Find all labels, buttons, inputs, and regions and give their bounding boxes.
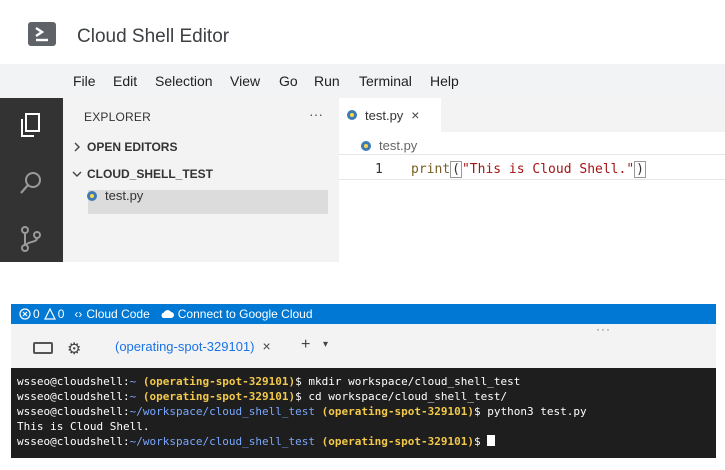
menu-selection[interactable]: Selection <box>155 73 213 89</box>
menu-view[interactable]: View <box>230 73 260 89</box>
terminal-tab-label: (operating-spot-329101) <box>115 338 255 354</box>
keyboard-icon[interactable] <box>33 342 53 354</box>
chevron-right-icon <box>74 142 80 152</box>
menu-edit[interactable]: Edit <box>113 73 137 89</box>
app-title: Cloud Shell Editor <box>77 26 230 47</box>
menu-help[interactable]: Help <box>430 73 459 89</box>
folder-section[interactable]: CLOUD_SHELL_TEST <box>71 167 213 181</box>
close-icon[interactable]: × <box>411 107 419 123</box>
search-icon[interactable] <box>16 168 46 198</box>
title-bar: Cloud Shell Editor <box>0 0 725 64</box>
code-function: print <box>411 162 451 177</box>
add-terminal-button[interactable]: + <box>301 336 310 354</box>
problems-indicator[interactable]: 0 0 <box>19 307 64 321</box>
terminal-tab[interactable]: (operating-spot-329101) × <box>115 338 271 354</box>
gear-icon[interactable]: ⚙ <box>67 339 81 359</box>
terminal-panel-header: ··· ⚙ (operating-spot-329101) × + ▾ <box>11 322 716 368</box>
cloud-code-item[interactable]: ‹› Cloud Code <box>74 307 149 321</box>
explorer-files-icon[interactable] <box>16 110 46 140</box>
code-paren-close: ) <box>634 161 646 178</box>
menu-run[interactable]: Run <box>314 73 340 89</box>
activity-bar <box>0 98 63 262</box>
breadcrumb[interactable]: test.py <box>361 138 417 153</box>
terminal-line: wsseo@cloudshell:~ (operating-spot-32910… <box>17 390 508 403</box>
python-file-icon <box>87 190 97 201</box>
editor-tab-label: test.py <box>365 107 404 123</box>
code-paren-open: ( <box>450 161 462 178</box>
terminal-line: This is Cloud Shell. <box>17 420 150 433</box>
terminal-line: wsseo@cloudshell:~ (operating-spot-32910… <box>17 375 521 388</box>
line-number: 1 <box>375 162 383 177</box>
code-string: "This is Cloud Shell." <box>461 162 635 177</box>
explorer-more-actions[interactable]: ··· <box>309 106 323 122</box>
menu-bar: File Edit Selection View Go Run Terminal… <box>0 64 725 98</box>
connect-cloud-label: Connect to Google Cloud <box>177 307 313 321</box>
warning-icon <box>43 308 56 320</box>
code-line[interactable]: print("This is Cloud Shell.") <box>411 161 646 178</box>
open-editors-section[interactable]: OPEN EDITORS <box>71 140 177 154</box>
panel-drag-handle[interactable]: ··· <box>596 322 611 336</box>
menu-file[interactable]: File <box>73 73 96 89</box>
explorer-panel: EXPLORER ··· OPEN EDITORS CLOUD_SHELL_TE… <box>63 98 339 262</box>
editor-tab-test-py[interactable]: test.py × <box>339 98 441 132</box>
cloud-code-label: Cloud Code <box>86 307 150 321</box>
cloud-icon <box>161 310 174 318</box>
explorer-file-item[interactable]: test.py <box>87 188 143 203</box>
error-icon <box>19 308 31 320</box>
explorer-header: EXPLORER <box>84 110 151 124</box>
source-control-icon[interactable] <box>16 224 46 254</box>
terminal-output[interactable]: wsseo@cloudshell:~ (operating-spot-32910… <box>11 368 716 458</box>
breadcrumb-file: test.py <box>379 138 418 153</box>
terminal-cursor <box>487 435 496 446</box>
connect-cloud-item[interactable]: Connect to Google Cloud <box>160 307 313 321</box>
editor-area: test.py × test.py 1 print("This is Cloud… <box>339 98 725 262</box>
error-count: 0 <box>33 307 40 321</box>
python-file-icon <box>361 140 371 151</box>
close-icon[interactable]: × <box>262 338 270 354</box>
terminal-line: wsseo@cloudshell:~/workspace/cloud_shell… <box>17 405 587 418</box>
chevron-down-icon <box>72 171 82 177</box>
status-bar: 0 0 ‹› Cloud Code Connect to Google Clou… <box>11 304 716 324</box>
cloud-shell-logo-icon <box>28 22 56 46</box>
editor-tabstrip: test.py × <box>339 98 725 132</box>
open-editors-label: OPEN EDITORS <box>87 140 178 154</box>
code-brackets-icon: ‹› <box>74 307 83 321</box>
menu-terminal[interactable]: Terminal <box>359 73 412 89</box>
menu-go[interactable]: Go <box>279 73 298 89</box>
folder-label: CLOUD_SHELL_TEST <box>87 167 214 181</box>
python-file-icon <box>347 110 357 120</box>
explorer-file-label: test.py <box>105 188 144 203</box>
chevron-down-icon[interactable]: ▾ <box>323 339 328 350</box>
terminal-line: wsseo@cloudshell:~/workspace/cloud_shell… <box>17 434 716 449</box>
warning-count: 0 <box>57 307 65 321</box>
